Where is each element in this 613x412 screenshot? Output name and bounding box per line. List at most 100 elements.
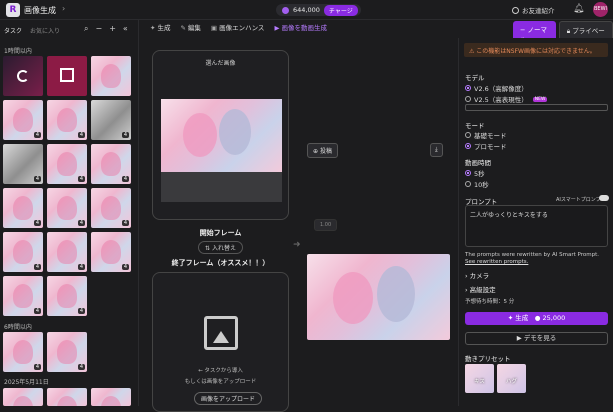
image-icon xyxy=(60,68,74,82)
task-thumb[interactable]: 4 xyxy=(47,100,87,140)
play-icon: ▶ xyxy=(516,334,522,342)
mode-option-pro[interactable]: プロモード xyxy=(465,141,507,151)
avatar[interactable]: BEWI xyxy=(593,2,608,17)
coin-balance: 644,000 チャージ xyxy=(276,4,361,16)
tab-enhance[interactable]: ▣ 画像エンハンス xyxy=(211,22,265,32)
radio-icon xyxy=(465,85,471,91)
invite-friends-link[interactable]: お友達紹介 xyxy=(512,5,555,15)
preset-kiss[interactable]: キス xyxy=(465,364,494,393)
sparkle-icon: ✦ xyxy=(150,24,156,32)
search-icon[interactable]: ⌕ xyxy=(84,24,88,34)
model-option-v25[interactable]: V2.5（高表現性） NEW xyxy=(465,94,548,104)
zoom-in-icon[interactable]: + xyxy=(109,24,116,34)
generate-button[interactable]: ✦ 生成 ● 25,000 xyxy=(465,312,608,325)
radio-icon xyxy=(465,170,471,176)
prompt-input[interactable]: 二人がゆっくりとキスをする xyxy=(465,205,608,247)
task-thumb[interactable]: 4 xyxy=(47,144,87,184)
preset-label: ハグ xyxy=(505,379,517,385)
model-dropdown[interactable] xyxy=(465,104,608,111)
task-thumb[interactable] xyxy=(3,388,43,406)
mode-option-basic[interactable]: 基礎モード xyxy=(465,130,507,140)
zoom-out-icon[interactable]: − xyxy=(95,24,102,34)
loading-spinner-icon xyxy=(17,70,29,82)
upload-hint-upload: もしくは画像をアップロード xyxy=(184,379,257,385)
section-label-6h: 6時間以内 xyxy=(4,324,32,331)
task-thumb[interactable]: 4 xyxy=(91,100,131,140)
task-thumb[interactable]: 4 xyxy=(91,232,131,272)
count-badge: 4 xyxy=(33,308,41,314)
task-thumb[interactable]: 4 xyxy=(3,232,43,272)
demo-button[interactable]: ▶ デモを見る xyxy=(465,332,608,345)
mode-label: モード xyxy=(465,122,485,130)
duration-option-5s[interactable]: 5秒 xyxy=(465,168,485,178)
upload-image-button[interactable]: 画像をアップロード xyxy=(194,392,263,405)
task-thumb[interactable]: 4 xyxy=(3,332,43,372)
chevron-right-icon[interactable]: › xyxy=(62,4,65,13)
charge-button[interactable]: チャージ xyxy=(323,4,358,16)
tab-edit-label: 編集 xyxy=(187,24,201,32)
tab-image-to-video[interactable]: ▶ 画像を動画生成 xyxy=(274,22,327,32)
app-logo[interactable]: R xyxy=(6,3,20,17)
start-frame-image xyxy=(161,99,282,172)
bell-icon[interactable]: 🔔︎ xyxy=(573,4,584,15)
count-badge: 4 xyxy=(77,308,85,314)
task-thumb-loading[interactable] xyxy=(3,56,43,96)
smart-prompt-toggle[interactable] xyxy=(599,195,609,201)
result-video-preview[interactable] xyxy=(307,254,450,340)
count-badge: 4 xyxy=(77,176,85,182)
download-icon[interactable]: ⤓ xyxy=(430,143,443,157)
swap-button[interactable]: ⇅ 入れ替え xyxy=(198,241,243,254)
task-thumb[interactable]: 4 xyxy=(91,144,131,184)
task-thumb-placeholder[interactable] xyxy=(47,56,87,96)
image-upload-icon xyxy=(204,316,238,350)
task-thumb[interactable]: 4 xyxy=(3,276,43,316)
task-thumb[interactable]: 4 xyxy=(47,232,87,272)
task-thumb[interactable]: 4 xyxy=(3,100,43,140)
tab-tasks[interactable]: タスク xyxy=(4,26,22,35)
task-thumb[interactable] xyxy=(91,56,131,96)
tab-enhance-label: 画像エンハンス xyxy=(219,24,265,32)
tab-generate[interactable]: ✦ 生成 xyxy=(150,22,170,32)
task-thumb[interactable]: 4 xyxy=(91,188,131,228)
camera-label: カメラ xyxy=(469,272,490,280)
duration-tag: 1.00 xyxy=(314,219,338,231)
advanced-section[interactable]: › 高級設定 xyxy=(465,284,496,294)
radio-icon xyxy=(465,96,471,102)
preset-hug[interactable]: ハグ xyxy=(497,364,526,393)
coin-amount: 644,000 xyxy=(293,6,320,14)
app-title: 画像生成 xyxy=(24,6,56,15)
duration-option-10s[interactable]: 10秒 xyxy=(465,179,489,189)
collapse-icon[interactable]: « xyxy=(123,24,128,34)
model-option-v26[interactable]: V2.6（高解像度） xyxy=(465,83,528,93)
count-badge: 4 xyxy=(121,264,129,270)
task-thumb[interactable]: 4 xyxy=(3,144,43,184)
count-badge: 4 xyxy=(77,220,85,226)
swap-label: 入れ替え xyxy=(211,245,236,252)
top-bar: R 画像生成 › 644,000 チャージ お友達紹介 🔔︎ BEWI xyxy=(0,0,613,20)
task-thumb[interactable]: 4 xyxy=(47,188,87,228)
model-label: モデル xyxy=(465,74,485,82)
post-label: 投稿 xyxy=(319,148,332,155)
rewritten-link[interactable]: See rewritten prompts. xyxy=(465,259,528,265)
post-button[interactable]: ⊕ 投稿 xyxy=(307,143,338,158)
task-thumb[interactable] xyxy=(47,388,87,406)
tab-image-to-video-label: 画像を動画生成 xyxy=(281,24,327,32)
camera-section[interactable]: › カメラ xyxy=(465,270,489,280)
count-badge: 4 xyxy=(121,132,129,138)
coin-icon xyxy=(282,6,289,14)
task-thumb[interactable] xyxy=(91,388,131,406)
tab-favorites[interactable]: お気に入り xyxy=(30,26,60,35)
arrow-right-icon: ➜ xyxy=(293,240,301,250)
demo-label: デモを見る xyxy=(523,334,557,342)
start-frame-label: 開始フレーム xyxy=(199,229,242,237)
expected-wait-time: 予想待ち時間：5 分 xyxy=(465,299,515,305)
section-label-1h: 1時間以内 xyxy=(4,48,32,55)
task-thumb[interactable]: 4 xyxy=(47,276,87,316)
new-badge: NEW xyxy=(532,96,548,102)
start-frame-card[interactable]: 選んだ画像 xyxy=(152,50,289,220)
task-thumb[interactable]: 4 xyxy=(3,188,43,228)
rewritten-note: The prompts were rewritten by AI Smart P… xyxy=(465,252,599,258)
task-thumb[interactable]: 4 xyxy=(47,332,87,372)
tab-edit[interactable]: ✎ 編集 xyxy=(180,22,200,32)
duration-option-label: 10秒 xyxy=(474,181,489,189)
